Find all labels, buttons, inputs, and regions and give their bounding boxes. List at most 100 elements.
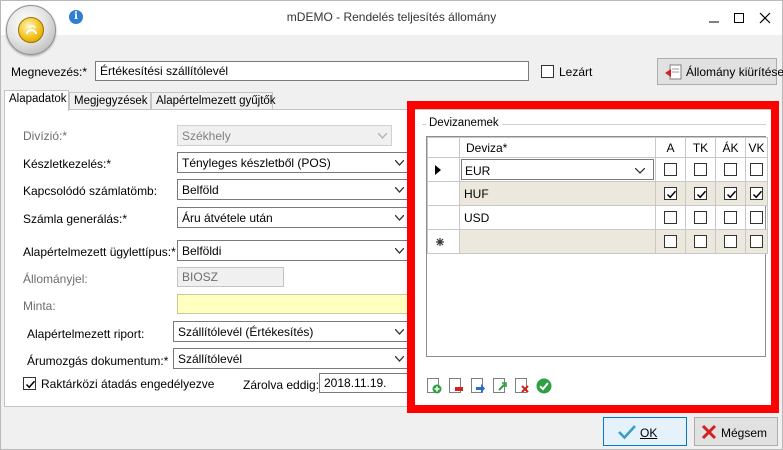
flag-ak-checkbox[interactable] bbox=[723, 210, 737, 224]
flag-a-checkbox[interactable] bbox=[663, 186, 677, 200]
chevron-down-icon[interactable] bbox=[390, 349, 408, 368]
row-selector[interactable] bbox=[427, 229, 460, 254]
stock-mgmt-value: Tényleges készletből (POS) bbox=[182, 156, 331, 170]
flag-ak-cell[interactable] bbox=[715, 181, 746, 206]
flag-vk-cell[interactable] bbox=[745, 157, 768, 182]
flag-vk-cell[interactable] bbox=[745, 229, 768, 254]
tab-alapertelmezett-gyujtok[interactable]: Alapértelmezett gyűjtők bbox=[151, 92, 276, 110]
flag-tk-cell[interactable] bbox=[685, 205, 716, 230]
locked-checkbox[interactable] bbox=[541, 65, 554, 78]
movement-doc-label: Árumozgás dokumentum:* bbox=[27, 354, 169, 368]
flag-vk-checkbox[interactable] bbox=[749, 234, 763, 248]
column-header-currency[interactable]: Deviza* bbox=[459, 137, 656, 158]
currency-value: USD bbox=[464, 211, 490, 225]
flag-tk-checkbox[interactable] bbox=[693, 162, 707, 176]
flag-vk-cell[interactable] bbox=[745, 181, 768, 206]
add-row-icon[interactable] bbox=[426, 378, 444, 396]
checkmark-icon bbox=[696, 190, 706, 198]
report-select[interactable]: Szállítólevél (Értékesítés) bbox=[173, 321, 409, 342]
flag-a-cell[interactable] bbox=[655, 181, 686, 206]
invoice-gen-select[interactable]: Áru átvétele után bbox=[177, 207, 409, 228]
warehouse-transfer-checkbox[interactable] bbox=[23, 377, 36, 390]
invoice-block-label: Kapcsolódó számlatömb: bbox=[23, 184, 158, 198]
confirm-icon[interactable] bbox=[536, 378, 554, 396]
currency-combo[interactable]: EUR bbox=[461, 159, 654, 180]
chevron-down-icon[interactable] bbox=[635, 168, 645, 174]
client-type-label: Alapértelmezett ügylettípus:* bbox=[23, 245, 176, 259]
flag-tk-cell[interactable] bbox=[685, 181, 716, 206]
cancel-button[interactable]: Mégsem bbox=[694, 417, 778, 446]
flag-ak-checkbox[interactable] bbox=[723, 234, 737, 248]
client-type-select[interactable]: Belföldi bbox=[177, 240, 409, 261]
column-header-tk[interactable]: TK bbox=[685, 137, 716, 158]
flag-tk-checkbox[interactable] bbox=[693, 186, 707, 200]
flag-vk-checkbox[interactable] bbox=[749, 210, 763, 224]
flag-vk-cell[interactable] bbox=[745, 205, 768, 230]
report-label: Alapértelmezett riport: bbox=[27, 327, 145, 341]
flag-tk-checkbox[interactable] bbox=[693, 234, 707, 248]
flag-ak-cell[interactable] bbox=[715, 229, 746, 254]
maximize-button[interactable] bbox=[729, 8, 749, 28]
tab-alapadatok[interactable]: Alapadatok bbox=[4, 90, 69, 111]
flag-a-cell[interactable] bbox=[655, 205, 686, 230]
invoice-gen-value: Áru átvétele után bbox=[182, 211, 273, 225]
flag-tk-cell[interactable] bbox=[685, 157, 716, 182]
currency-cell[interactable]: HUF bbox=[459, 181, 656, 206]
flag-vk-checkbox[interactable] bbox=[749, 162, 763, 176]
locked-until-label: Zárolva eddig: bbox=[243, 378, 320, 392]
table-row[interactable]: HUF bbox=[427, 181, 768, 206]
edit-row-icon[interactable] bbox=[470, 378, 488, 396]
checkmark-icon bbox=[618, 424, 636, 443]
currency-cell[interactable]: USD bbox=[459, 205, 656, 230]
tab-megjegyzesek[interactable]: Megjegyzések bbox=[69, 92, 151, 110]
post-row-icon[interactable] bbox=[492, 378, 510, 396]
table-row[interactable]: USD bbox=[427, 205, 768, 230]
stock-mgmt-select[interactable]: Tényleges készletből (POS) bbox=[177, 152, 409, 173]
chevron-down-icon[interactable] bbox=[390, 322, 408, 341]
row-selector[interactable] bbox=[427, 181, 460, 206]
column-header-vk[interactable]: VK bbox=[745, 137, 768, 158]
new-row[interactable] bbox=[427, 229, 768, 254]
checkmark-icon bbox=[25, 380, 36, 389]
table-row[interactable]: EUR bbox=[427, 157, 768, 182]
info-icon[interactable]: i bbox=[69, 10, 83, 24]
name-input[interactable]: Értékesítési szállítólevél bbox=[95, 61, 529, 81]
flag-a-checkbox[interactable] bbox=[663, 234, 677, 248]
delete-row-icon[interactable] bbox=[448, 378, 466, 396]
flag-a-checkbox[interactable] bbox=[663, 162, 677, 176]
flag-ak-cell[interactable] bbox=[715, 205, 746, 230]
cancel-edit-icon[interactable] bbox=[514, 378, 532, 396]
grid-empty-space bbox=[428, 254, 768, 356]
ok-button[interactable]: OK bbox=[603, 417, 687, 446]
flag-a-cell[interactable] bbox=[655, 157, 686, 182]
flag-ak-cell[interactable] bbox=[715, 157, 746, 182]
chevron-down-icon[interactable] bbox=[390, 241, 408, 260]
invoice-block-select[interactable]: Belföld bbox=[177, 179, 409, 200]
flag-ak-checkbox[interactable] bbox=[723, 162, 737, 176]
flag-a-cell[interactable] bbox=[655, 229, 686, 254]
chevron-down-icon[interactable] bbox=[390, 208, 408, 227]
cancel-label: Mégsem bbox=[721, 426, 768, 440]
chevron-down-icon[interactable] bbox=[390, 180, 408, 199]
close-button[interactable] bbox=[755, 8, 775, 28]
locked-until-input[interactable]: 2018.11.19. bbox=[319, 373, 414, 393]
movement-doc-select[interactable]: Szállítólevél bbox=[173, 348, 409, 369]
column-header-ak[interactable]: ÁK bbox=[715, 137, 746, 158]
flag-a-checkbox[interactable] bbox=[663, 210, 677, 224]
flag-tk-cell[interactable] bbox=[685, 229, 716, 254]
chevron-down-icon[interactable] bbox=[390, 153, 408, 172]
flag-vk-checkbox[interactable] bbox=[749, 186, 763, 200]
invoice-gen-label: Számla generálás:* bbox=[23, 212, 128, 226]
currency-cell[interactable]: EUR bbox=[459, 157, 656, 182]
clear-file-button[interactable]: Állomány kiürítése bbox=[657, 58, 783, 85]
currency-value: HUF bbox=[464, 187, 489, 201]
row-selector[interactable] bbox=[427, 205, 460, 230]
pattern-input[interactable] bbox=[177, 294, 409, 314]
column-header-a[interactable]: A bbox=[655, 137, 686, 158]
currency-cell[interactable] bbox=[459, 229, 656, 254]
minimize-button[interactable] bbox=[704, 8, 724, 28]
flag-ak-checkbox[interactable] bbox=[723, 186, 737, 200]
file-mark-label: Állományjel: bbox=[23, 272, 88, 286]
flag-tk-checkbox[interactable] bbox=[693, 210, 707, 224]
row-selector[interactable] bbox=[427, 157, 460, 182]
